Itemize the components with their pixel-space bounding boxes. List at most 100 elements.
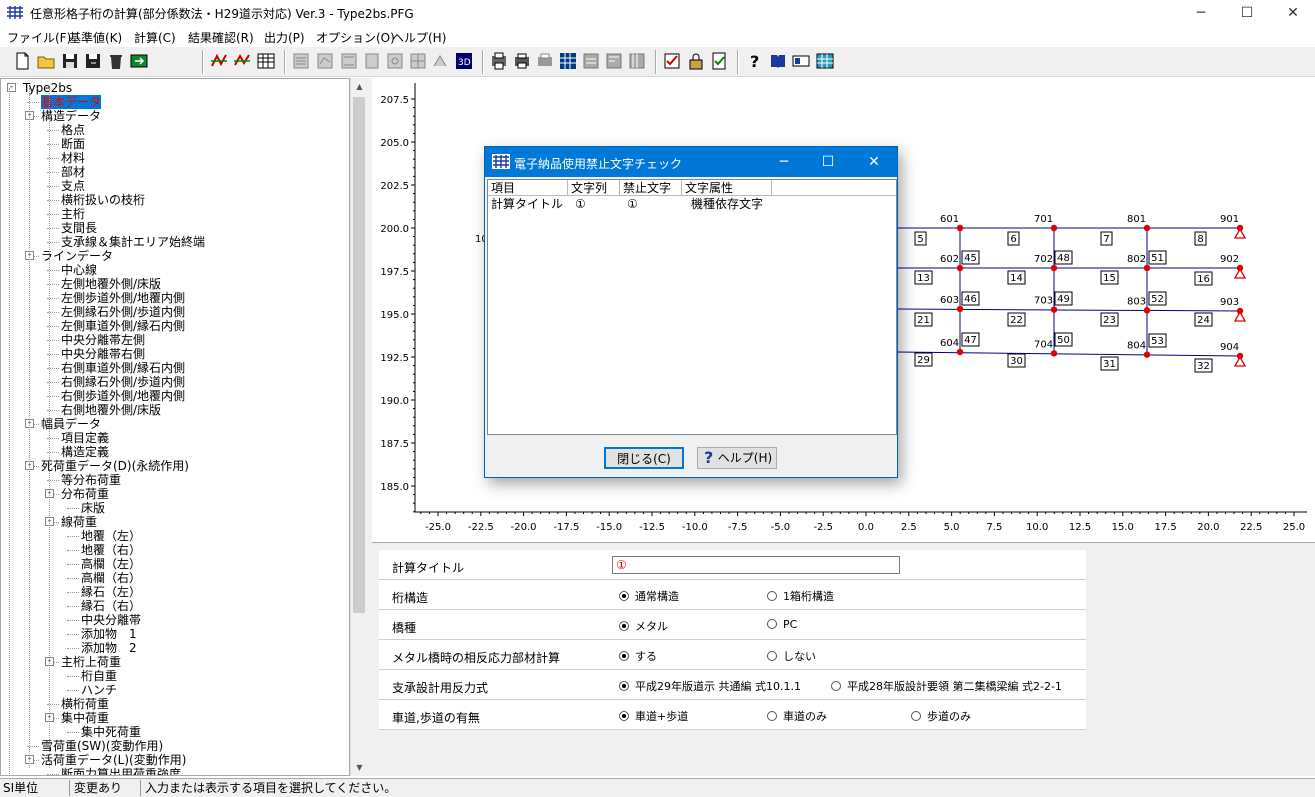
column-header-item[interactable]: 項目	[488, 180, 568, 196]
scroll-up-arrow-icon[interactable]: ▲	[351, 78, 368, 95]
tree-node[interactable]: 添加物 2	[81, 641, 137, 655]
dialog-title-bar[interactable]: 電子納品使用禁止文字チェック ─ ☐ ✕	[485, 147, 897, 177]
tree-node[interactable]: 中心線	[61, 263, 97, 277]
scroll-down-arrow-icon[interactable]: ▼	[351, 759, 368, 776]
tree-node[interactable]: 主桁	[61, 207, 85, 221]
scroll-thumb[interactable]	[353, 97, 365, 613]
tree-node[interactable]: 部材	[61, 165, 85, 179]
tree-node[interactable]: 地覆（右）	[81, 543, 141, 557]
dialog-close-button[interactable]: ✕	[851, 147, 897, 177]
radio-button-icon[interactable]	[767, 711, 777, 721]
tree-node[interactable]: 左側歩道外側/地覆内側	[61, 291, 185, 305]
list-cell-item[interactable]: 計算タイトル	[488, 197, 563, 212]
tree-node[interactable]: 支点	[61, 179, 85, 193]
tree-node[interactable]: 右側縁石外側/歩道内側	[61, 375, 185, 389]
3d-view-icon[interactable]: 3D	[454, 51, 474, 71]
tree-node[interactable]: 左側地覆外側/床版	[61, 277, 161, 291]
check-icon[interactable]	[662, 51, 682, 71]
open-folder-icon[interactable]	[36, 51, 56, 71]
list-cell-forbidden[interactable]: ①	[624, 197, 638, 212]
radio-button-icon[interactable]	[619, 591, 629, 601]
tree-node[interactable]: 構造データ	[41, 109, 101, 123]
tree-node[interactable]: 左側縁石外側/歩道内側	[61, 305, 185, 319]
calc-run-icon[interactable]	[209, 51, 229, 71]
menu-output[interactable]: 出力(P)	[264, 29, 305, 46]
column-header-attribute[interactable]: 文字属性	[682, 180, 772, 196]
radio-button-icon[interactable]	[619, 711, 629, 721]
menu-standard[interactable]: 基準値(K)	[69, 29, 122, 46]
dialog-help-button[interactable]: ? ヘルプ(H)	[697, 447, 777, 469]
tree-node[interactable]: ハンチ	[81, 683, 117, 697]
radio-option[interactable]: 歩道のみ	[911, 708, 971, 724]
tree-node[interactable]: 幅員データ	[41, 417, 101, 431]
maximize-button[interactable]: ☐	[1224, 0, 1270, 26]
menu-results[interactable]: 結果確認(R)	[188, 29, 254, 46]
menu-help[interactable]: ヘルプ(H)	[392, 29, 446, 46]
save-icon[interactable]	[60, 51, 80, 71]
radio-option[interactable]: 平成29年版道示 共通編 式10.1.1	[619, 678, 801, 694]
output-3-icon[interactable]	[604, 51, 624, 71]
result-view-3-icon[interactable]	[339, 51, 359, 71]
tree-node[interactable]: 横桁扱いの枝桁	[61, 193, 145, 207]
grid-output-icon[interactable]	[558, 51, 578, 71]
tree-node[interactable]: 等分布荷重	[61, 473, 121, 487]
output-4-icon[interactable]	[627, 51, 647, 71]
result-view-7-icon[interactable]	[431, 51, 451, 71]
list-cell-string[interactable]: ①	[572, 197, 586, 212]
tree-node[interactable]: 左側車道外側/縁石内側	[61, 319, 185, 333]
tree-node[interactable]: 活荷重データ(L)(変動作用)	[41, 753, 186, 767]
tree-node[interactable]: 高欄（右）	[81, 571, 141, 585]
tree-scrollbar[interactable]: ▲ ▼	[350, 78, 367, 776]
tree-node[interactable]: 床版	[81, 501, 105, 515]
menu-file[interactable]: ファイル(F)	[7, 29, 71, 46]
tree-node[interactable]: 雪荷重(SW)(変動作用)	[41, 739, 163, 753]
list-cell-attribute[interactable]: 機種依存文字	[688, 197, 763, 212]
column-header-forbidden[interactable]: 禁止文字	[620, 180, 682, 196]
tree-node[interactable]: 添加物 1	[81, 627, 137, 641]
tree-node[interactable]: 右側地覆外側/床版	[61, 403, 161, 417]
minimize-button[interactable]: ─	[1178, 0, 1224, 26]
tree-node[interactable]: 材料	[61, 151, 85, 165]
tree-node[interactable]: 中央分離帯右側	[61, 347, 145, 361]
radio-option[interactable]: しない	[767, 648, 816, 664]
tree-node[interactable]: 支間長	[61, 221, 97, 235]
dialog-close-ok-button[interactable]: 閉じる(C)	[604, 447, 684, 469]
calc-title-input[interactable]: ①	[612, 556, 900, 574]
manual-icon[interactable]	[768, 51, 788, 71]
result-view-1-icon[interactable]	[291, 51, 311, 71]
forbidden-char-list[interactable]: 項目 文字列 禁止文字 文字属性 計算タイトル ① ① 機種依存文字	[487, 179, 897, 435]
tree-node[interactable]: ラインデータ	[41, 249, 113, 263]
print-setup-icon[interactable]	[535, 51, 555, 71]
tree-node[interactable]: 右側車道外側/縁石内側	[61, 361, 185, 375]
menu-calc[interactable]: 計算(C)	[134, 29, 176, 46]
menu-options[interactable]: オプション(O)	[316, 29, 395, 46]
result-view-4-icon[interactable]	[362, 51, 382, 71]
export-icon[interactable]	[129, 51, 149, 71]
dialog-minimize-button[interactable]: ─	[761, 147, 807, 177]
radio-button-icon[interactable]	[619, 651, 629, 661]
radio-option[interactable]: 通常構造	[619, 588, 679, 604]
new-file-icon[interactable]	[12, 51, 32, 71]
tree-node[interactable]: 中央分離帯左側	[61, 333, 145, 347]
radio-button-icon[interactable]	[767, 651, 777, 661]
tree-node[interactable]: 基本データ	[41, 95, 102, 109]
result-view-2-icon[interactable]	[315, 51, 335, 71]
result-view-5-icon[interactable]	[385, 51, 405, 71]
radio-option[interactable]: 平成28年版設計要領 第二集橋梁編 式2-2-1	[831, 678, 1062, 694]
tree-node[interactable]: 構造定義	[61, 445, 109, 459]
close-button[interactable]: ✕	[1270, 0, 1315, 26]
radio-button-icon[interactable]	[911, 711, 921, 721]
tree-node[interactable]: 項目定義	[61, 431, 109, 445]
radio-button-icon[interactable]	[767, 591, 777, 601]
lock-icon[interactable]	[686, 51, 706, 71]
help-icon[interactable]: ?	[745, 51, 765, 71]
radio-option[interactable]: PC	[767, 618, 797, 631]
calc-check-icon[interactable]	[232, 51, 252, 71]
tree-node[interactable]: 集中死荷重	[81, 725, 141, 739]
radio-button-icon[interactable]	[619, 621, 629, 631]
tree-node[interactable]: 線荷重	[61, 515, 97, 529]
radio-button-icon[interactable]	[767, 619, 777, 629]
tree-node[interactable]: 中央分離帯	[81, 613, 141, 627]
tree-node[interactable]: 支承線＆集計エリア始終端	[61, 235, 205, 249]
radio-option[interactable]: メタル	[619, 618, 668, 634]
